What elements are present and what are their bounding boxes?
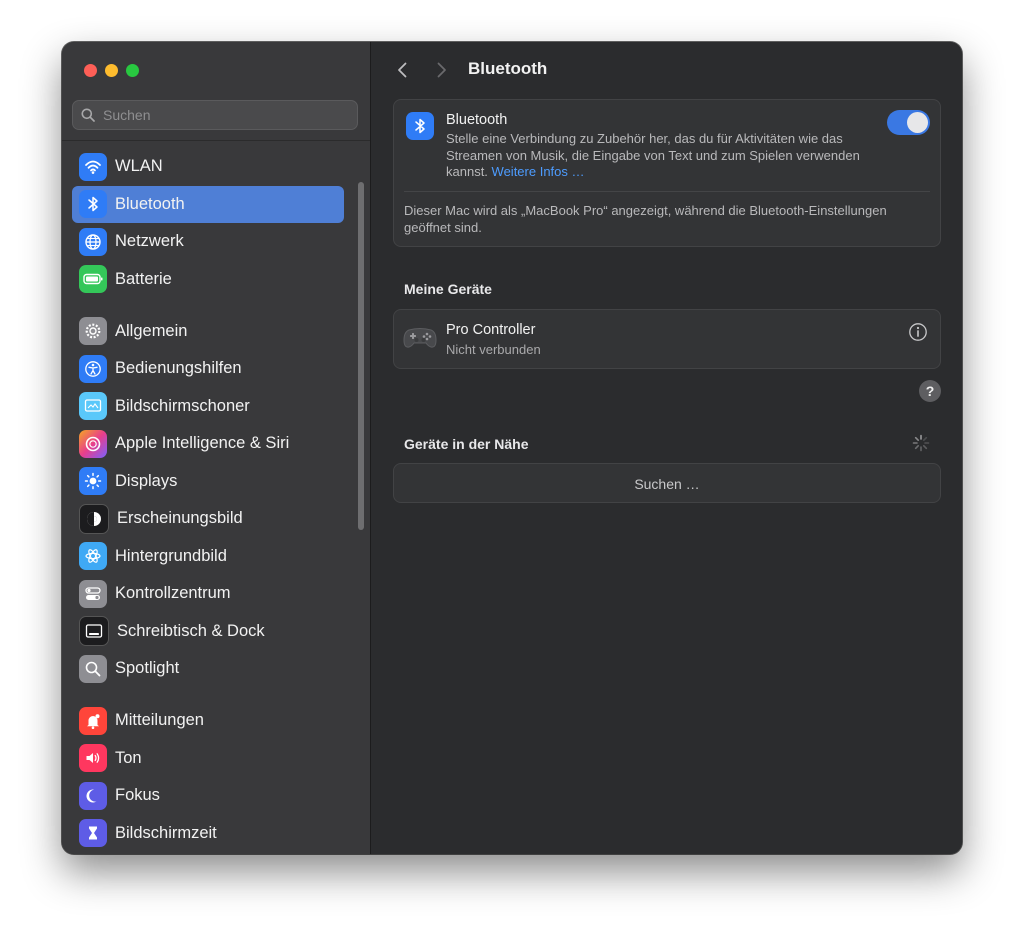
sidebar-item-bildschirmzeit[interactable]: Bildschirmzeit bbox=[72, 815, 344, 853]
sidebar-item-allgemein[interactable]: Allgemein bbox=[72, 313, 344, 351]
flower-icon bbox=[79, 542, 107, 571]
sidebar-item-spotlight[interactable]: Spotlight bbox=[72, 650, 344, 688]
sidebar-item-wlan[interactable]: WLAN bbox=[72, 148, 344, 186]
bluetooth-icon bbox=[406, 112, 434, 140]
chevron-left-icon[interactable] bbox=[393, 60, 413, 80]
sidebar-item-label: Bedienungshilfen bbox=[115, 359, 242, 378]
dock-icon bbox=[79, 616, 109, 647]
sidebar-item-apple-intelligence-siri[interactable]: Apple Intelligence & Siri bbox=[72, 425, 344, 463]
settings-window: WLAN Bluetooth Netzwerk Batterie bbox=[62, 42, 962, 854]
window-controls bbox=[84, 64, 139, 77]
sidebar-item-label: Erscheinungsbild bbox=[117, 509, 243, 528]
sidebar-item-label: Displays bbox=[115, 471, 178, 490]
moon-icon bbox=[79, 781, 107, 810]
screensaver-icon bbox=[79, 392, 107, 421]
chevron-right-icon[interactable] bbox=[431, 60, 451, 80]
sidebar-item-label: Spotlight bbox=[115, 659, 180, 678]
sidebar-search[interactable] bbox=[72, 100, 358, 130]
card-divider bbox=[404, 191, 930, 192]
sidebar-item-label: Bluetooth bbox=[115, 194, 185, 213]
device-row[interactable]: Pro Controller Nicht verbunden bbox=[393, 309, 941, 369]
gamepad-icon bbox=[403, 328, 437, 348]
sidebar-item-label: Apple Intelligence & Siri bbox=[115, 434, 290, 453]
bluetooth-visibility-note: Dieser Mac wird als „MacBook Pro“ angeze… bbox=[404, 203, 887, 235]
searching-label: Suchen … bbox=[634, 476, 700, 492]
sidebar-item-batterie[interactable]: Batterie bbox=[72, 261, 344, 299]
sidebar-item-label: WLAN bbox=[115, 157, 163, 176]
toggle-knob bbox=[907, 112, 928, 133]
device-status: Nicht verbunden bbox=[446, 342, 541, 357]
sidebar-item-label: Bildschirmzeit bbox=[115, 823, 217, 842]
sidebar-item-netzwerk[interactable]: Netzwerk bbox=[72, 223, 344, 261]
loading-spinner-icon bbox=[912, 434, 930, 452]
sidebar-item-bedienungshilfen[interactable]: Bedienungshilfen bbox=[72, 350, 344, 388]
sidebar-item-label: Batterie bbox=[115, 269, 172, 288]
zoom-window-button[interactable] bbox=[126, 64, 139, 77]
globe-icon bbox=[79, 227, 107, 256]
speaker-icon bbox=[79, 744, 107, 773]
device-name: Pro Controller bbox=[446, 322, 536, 338]
bell-icon bbox=[79, 706, 107, 735]
sidebar-item-schreibtisch-dock[interactable]: Schreibtisch & Dock bbox=[72, 613, 344, 651]
bluetooth-title: Bluetooth bbox=[446, 112, 508, 128]
sun-icon bbox=[79, 467, 107, 496]
sidebar-item-label: Allgemein bbox=[115, 321, 188, 340]
toggles-icon bbox=[79, 579, 107, 608]
bluetooth-card: Bluetooth Stelle eine Verbindung zu Zube… bbox=[393, 99, 941, 247]
info-icon[interactable] bbox=[908, 322, 928, 342]
sidebar-item-label: Hintergrundbild bbox=[115, 546, 227, 565]
sidebar-item-label: Kontrollzentrum bbox=[115, 584, 231, 603]
sidebar-item-bluetooth[interactable]: Bluetooth bbox=[72, 185, 344, 223]
bluetooth-icon bbox=[79, 190, 107, 219]
hourglass-icon bbox=[79, 819, 107, 848]
search-input[interactable] bbox=[101, 106, 345, 124]
magnifier-icon bbox=[79, 654, 107, 683]
nearby-devices-card: Suchen … bbox=[393, 463, 941, 503]
help-button[interactable]: ? bbox=[919, 380, 941, 402]
sidebar-item-label: Mitteilungen bbox=[115, 711, 204, 730]
close-window-button[interactable] bbox=[84, 64, 97, 77]
sidebar-item-bildschirmschoner[interactable]: Bildschirmschoner bbox=[72, 388, 344, 426]
siri-icon bbox=[79, 429, 107, 458]
sidebar-item-kontrollzentrum[interactable]: Kontrollzentrum bbox=[72, 575, 344, 613]
minimize-window-button[interactable] bbox=[105, 64, 118, 77]
main-pane: Bluetooth Bluetooth Stelle eine Verbindu… bbox=[371, 42, 962, 854]
sidebar-divider bbox=[62, 140, 370, 141]
bluetooth-toggle[interactable] bbox=[887, 110, 930, 135]
battery-icon bbox=[79, 265, 107, 294]
sidebar-item-displays[interactable]: Displays bbox=[72, 463, 344, 501]
sidebar-item-erscheinungsbild[interactable]: Erscheinungsbild bbox=[72, 500, 344, 538]
search-icon bbox=[81, 108, 95, 122]
accessibility-icon bbox=[79, 354, 107, 383]
sidebar-item-hintergrundbild[interactable]: Hintergrundbild bbox=[72, 538, 344, 576]
sidebar: WLAN Bluetooth Netzwerk Batterie bbox=[62, 42, 371, 854]
more-info-link[interactable]: Weitere Infos … bbox=[492, 164, 585, 179]
nearby-devices-heading: Geräte in der Nähe bbox=[404, 436, 529, 452]
sidebar-item-label: Fokus bbox=[115, 786, 160, 805]
sidebar-item-label: Netzwerk bbox=[115, 232, 184, 251]
appearance-icon bbox=[79, 503, 109, 534]
sidebar-item-label: Ton bbox=[115, 748, 142, 767]
my-devices-heading: Meine Geräte bbox=[404, 281, 492, 297]
page-title: Bluetooth bbox=[468, 59, 548, 78]
sidebar-item-fokus[interactable]: Fokus bbox=[72, 777, 344, 815]
bluetooth-description: Stelle eine Verbindung zu Zubehör her, d… bbox=[446, 131, 866, 181]
sidebar-item-label: Schreibtisch & Dock bbox=[117, 621, 265, 640]
sidebar-item-mitteilungen[interactable]: Mitteilungen bbox=[72, 702, 344, 740]
sidebar-item-label: Bildschirmschoner bbox=[115, 396, 250, 415]
sidebar-scrollbar[interactable] bbox=[358, 182, 364, 530]
sidebar-list: WLAN Bluetooth Netzwerk Batterie Allgeme… bbox=[72, 148, 344, 852]
wifi-icon bbox=[79, 152, 107, 181]
gear-icon bbox=[79, 317, 107, 346]
sidebar-item-ton[interactable]: Ton bbox=[72, 740, 344, 778]
